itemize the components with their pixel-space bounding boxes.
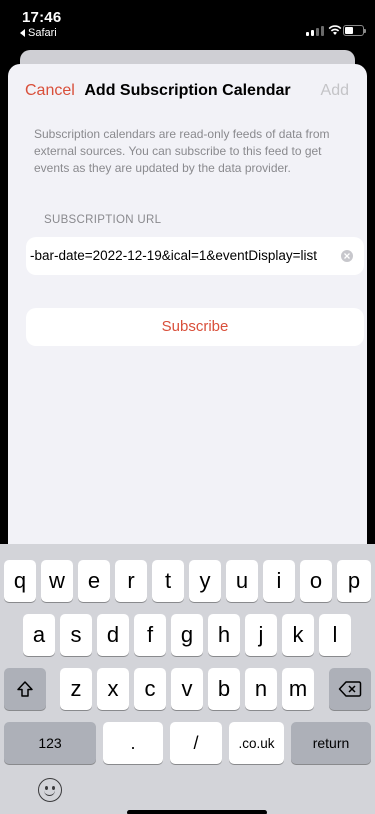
key-v[interactable]: v — [171, 668, 203, 710]
delete-icon — [338, 681, 362, 697]
key-q[interactable]: q — [4, 560, 36, 602]
add-button[interactable]: Add — [321, 82, 349, 100]
key-i[interactable]: i — [263, 560, 295, 602]
screen: 17:46 Safari Cancel Add Subscription Cal… — [0, 0, 375, 814]
key-o[interactable]: o — [300, 560, 332, 602]
back-app-label: Safari — [28, 27, 57, 39]
key-p[interactable]: p — [337, 560, 371, 602]
key-m[interactable]: m — [282, 668, 314, 710]
key-e[interactable]: e — [78, 560, 110, 602]
subscription-url-input[interactable]: -bar-date=2022-12-19&ical=1&eventDisplay… — [26, 237, 364, 275]
back-arrow-icon — [20, 29, 25, 37]
key-r[interactable]: r — [115, 560, 147, 602]
clear-icon[interactable] — [341, 250, 353, 262]
nav-bar: Cancel Add Subscription Calendar Add — [8, 64, 367, 116]
domain-key[interactable]: .co.uk — [229, 722, 284, 764]
page-title: Add Subscription Calendar — [84, 82, 291, 99]
home-indicator[interactable] — [127, 810, 267, 814]
key-l[interactable]: l — [319, 614, 351, 656]
key-f[interactable]: f — [134, 614, 166, 656]
key-s[interactable]: s — [60, 614, 92, 656]
key-k[interactable]: k — [282, 614, 314, 656]
battery-icon — [343, 25, 366, 36]
back-to-app-link[interactable]: Safari — [20, 27, 57, 39]
subscription-url-value: -bar-date=2022-12-19&ical=1&eventDisplay… — [30, 248, 330, 263]
description-text: Subscription calendars are read-only fee… — [34, 127, 330, 175]
emoji-icon[interactable] — [38, 778, 62, 802]
key-a[interactable]: a — [23, 614, 55, 656]
dot-key[interactable]: . — [103, 722, 163, 764]
return-key[interactable]: return — [291, 722, 371, 764]
key-z[interactable]: z — [60, 668, 92, 710]
key-j[interactable]: j — [245, 614, 277, 656]
key-t[interactable]: t — [152, 560, 184, 602]
status-time: 17:46 — [22, 9, 62, 26]
signal-icon — [306, 26, 324, 36]
key-h[interactable]: h — [208, 614, 240, 656]
key-y[interactable]: y — [189, 560, 221, 602]
numbers-key[interactable]: 123 — [4, 722, 96, 764]
key-x[interactable]: x — [97, 668, 129, 710]
key-n[interactable]: n — [245, 668, 277, 710]
delete-key[interactable] — [329, 668, 371, 710]
key-w[interactable]: w — [41, 560, 73, 602]
key-g[interactable]: g — [171, 614, 203, 656]
shift-key[interactable] — [4, 668, 46, 710]
key-d[interactable]: d — [97, 614, 129, 656]
key-c[interactable]: c — [134, 668, 166, 710]
slash-key[interactable]: / — [170, 722, 222, 764]
shift-icon — [17, 681, 33, 697]
subscribe-button[interactable]: Subscribe — [26, 308, 364, 346]
key-b[interactable]: b — [208, 668, 240, 710]
subscription-url-text: -bar-date=2022-12-19&ical=1&eventDisplay… — [30, 248, 318, 263]
keyboard: q w e r t y u i o p a s d f g h j k l z … — [0, 544, 375, 814]
wifi-icon — [328, 25, 342, 35]
key-u[interactable]: u — [226, 560, 258, 602]
subscription-url-label: SUBSCRIPTION URL — [44, 214, 162, 226]
